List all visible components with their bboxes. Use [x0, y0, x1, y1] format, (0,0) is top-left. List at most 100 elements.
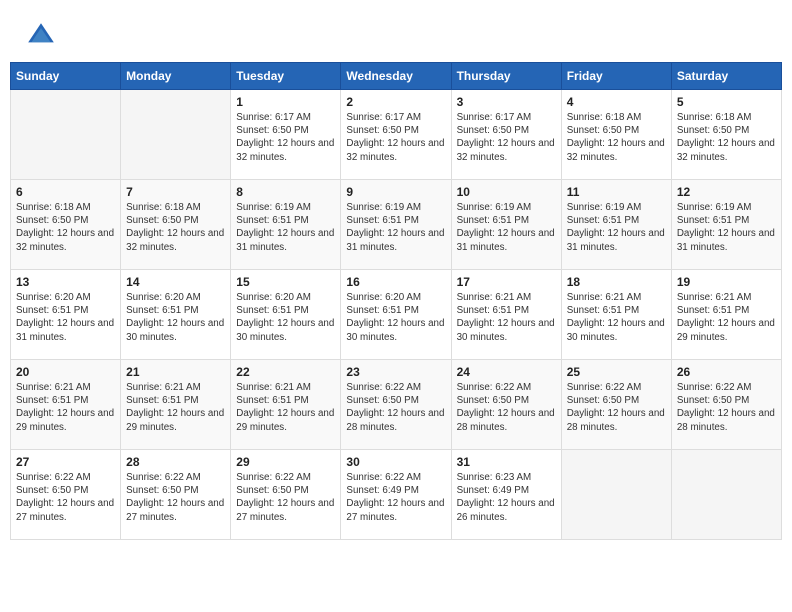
- day-info: Sunrise: 6:19 AM Sunset: 6:51 PM Dayligh…: [457, 201, 556, 254]
- day-number: 25: [567, 365, 666, 379]
- day-number: 8: [236, 185, 335, 199]
- day-info: Sunrise: 6:20 AM Sunset: 6:51 PM Dayligh…: [236, 291, 335, 344]
- logo-icon: [25, 20, 57, 52]
- day-number: 5: [677, 95, 776, 109]
- day-info: Sunrise: 6:21 AM Sunset: 6:51 PM Dayligh…: [126, 381, 225, 434]
- calendar-cell: 31 Sunrise: 6:23 AM Sunset: 6:49 PM Dayli…: [451, 450, 561, 540]
- calendar-cell: [121, 90, 231, 180]
- day-info: Sunrise: 6:21 AM Sunset: 6:51 PM Dayligh…: [236, 381, 335, 434]
- weekday-header-row: SundayMondayTuesdayWednesdayThursdayFrid…: [11, 63, 782, 90]
- calendar-cell: 23Sunrise: 6:22 AM Sunset: 6:50 PM Dayli…: [341, 360, 451, 450]
- day-info: Sunrise: 6:22 AM Sunset: 6:50 PM Dayligh…: [677, 381, 776, 434]
- day-number: 19: [677, 275, 776, 289]
- calendar-cell: 14 Sunrise: 6:20 AM Sunset: 6:51 PM Dayli…: [121, 270, 231, 360]
- day-number: 11: [567, 185, 666, 199]
- calendar-cell: 8Sunrise: 6:19 AM Sunset: 6:51 PM Daylig…: [231, 180, 341, 270]
- day-number: 13: [16, 275, 115, 289]
- calendar-cell: 9 Sunrise: 6:19 AM Sunset: 6:51 PM Daylig…: [341, 180, 451, 270]
- calendar-cell: 7Sunrise: 6:18 AM Sunset: 6:50 PM Daylig…: [121, 180, 231, 270]
- calendar-cell: 13 Sunrise: 6:20 AM Sunset: 6:51 PM Dayli…: [11, 270, 121, 360]
- day-info: Sunrise: 6:17 AM Sunset: 6:50 PM Dayligh…: [236, 111, 335, 164]
- calendar-cell: 16 Sunrise: 6:20 AM Sunset: 6:51 PM Dayli…: [341, 270, 451, 360]
- calendar-cell: 27 Sunrise: 6:22 AM Sunset: 6:50 PM Dayli…: [11, 450, 121, 540]
- day-info: Sunrise: 6:23 AM Sunset: 6:49 PM Dayligh…: [457, 471, 556, 524]
- calendar-cell: 5 Sunrise: 6:18 AM Sunset: 6:50 PM Daylig…: [671, 90, 781, 180]
- day-number: 3: [457, 95, 556, 109]
- calendar-cell: 3 Sunrise: 6:17 AM Sunset: 6:50 PM Daylig…: [451, 90, 561, 180]
- day-number: 17: [457, 275, 556, 289]
- day-info: Sunrise: 6:22 AM Sunset: 6:50 PM Dayligh…: [126, 471, 225, 524]
- day-info: Sunrise: 6:22 AM Sunset: 6:50 PM Dayligh…: [346, 381, 445, 434]
- day-info: Sunrise: 6:21 AM Sunset: 6:51 PM Dayligh…: [457, 291, 556, 344]
- day-number: 6: [16, 185, 115, 199]
- calendar-cell: 17 Sunrise: 6:21 AM Sunset: 6:51 PM Dayli…: [451, 270, 561, 360]
- calendar-cell: 12Sunrise: 6:19 AM Sunset: 6:51 PM Dayli…: [671, 180, 781, 270]
- weekday-header-tuesday: Tuesday: [231, 63, 341, 90]
- day-info: Sunrise: 6:18 AM Sunset: 6:50 PM Dayligh…: [567, 111, 666, 164]
- day-info: Sunrise: 6:21 AM Sunset: 6:51 PM Dayligh…: [567, 291, 666, 344]
- day-number: 30: [346, 455, 445, 469]
- weekday-header-monday: Monday: [121, 63, 231, 90]
- day-number: 15: [236, 275, 335, 289]
- calendar-cell: 29Sunrise: 6:22 AM Sunset: 6:50 PM Dayli…: [231, 450, 341, 540]
- calendar-body: 1 Sunrise: 6:17 AM Sunset: 6:50 PM Daylig…: [11, 90, 782, 540]
- calendar-cell: 22 Sunrise: 6:21 AM Sunset: 6:51 PM Dayli…: [231, 360, 341, 450]
- day-info: Sunrise: 6:22 AM Sunset: 6:50 PM Dayligh…: [16, 471, 115, 524]
- day-number: 24: [457, 365, 556, 379]
- logo: [25, 20, 63, 52]
- calendar-header: SundayMondayTuesdayWednesdayThursdayFrid…: [11, 63, 782, 90]
- calendar-cell: 18 Sunrise: 6:21 AM Sunset: 6:51 PM Dayli…: [561, 270, 671, 360]
- day-number: 20: [16, 365, 115, 379]
- day-number: 31: [457, 455, 556, 469]
- calendar-week-row: 6 Sunrise: 6:18 AM Sunset: 6:50 PM Daylig…: [11, 180, 782, 270]
- day-info: Sunrise: 6:19 AM Sunset: 6:51 PM Dayligh…: [346, 201, 445, 254]
- day-number: 26: [677, 365, 776, 379]
- calendar-cell: 6 Sunrise: 6:18 AM Sunset: 6:50 PM Daylig…: [11, 180, 121, 270]
- day-number: 21: [126, 365, 225, 379]
- day-number: 16: [346, 275, 445, 289]
- day-info: Sunrise: 6:20 AM Sunset: 6:51 PM Dayligh…: [126, 291, 225, 344]
- day-number: 10: [457, 185, 556, 199]
- day-info: Sunrise: 6:22 AM Sunset: 6:49 PM Dayligh…: [346, 471, 445, 524]
- calendar-cell: [671, 450, 781, 540]
- day-number: 28: [126, 455, 225, 469]
- calendar-cell: 20Sunrise: 6:21 AM Sunset: 6:51 PM Dayli…: [11, 360, 121, 450]
- calendar-table: SundayMondayTuesdayWednesdayThursdayFrid…: [10, 62, 782, 540]
- calendar-week-row: 13 Sunrise: 6:20 AM Sunset: 6:51 PM Dayli…: [11, 270, 782, 360]
- calendar-cell: 21 Sunrise: 6:21 AM Sunset: 6:51 PM Dayli…: [121, 360, 231, 450]
- weekday-header-saturday: Saturday: [671, 63, 781, 90]
- calendar-week-row: 1 Sunrise: 6:17 AM Sunset: 6:50 PM Daylig…: [11, 90, 782, 180]
- day-number: 27: [16, 455, 115, 469]
- calendar-cell: 26 Sunrise: 6:22 AM Sunset: 6:50 PM Dayli…: [671, 360, 781, 450]
- calendar-week-row: 20 Sunrise: 6:21 AM Sunset: 6:51 PM Dayli…: [11, 360, 782, 450]
- day-info: Sunrise: 6:18 AM Sunset: 6:50 PM Dayligh…: [16, 201, 115, 254]
- day-info: Sunrise: 6:22 AM Sunset: 6:50 PM Dayligh…: [457, 381, 556, 434]
- calendar-cell: 15 Sunrise: 6:20 AM Sunset: 6:51 PM Dayli…: [231, 270, 341, 360]
- weekday-header-wednesday: Wednesday: [341, 63, 451, 90]
- calendar-cell: 30 Sunrise: 6:22 AM Sunset: 6:49 PM Dayli…: [341, 450, 451, 540]
- day-info: Sunrise: 6:17 AM Sunset: 6:50 PM Dayligh…: [457, 111, 556, 164]
- calendar-cell: 25Sunrise: 6:22 AM Sunset: 6:50 PM Dayli…: [561, 360, 671, 450]
- calendar-cell: 24 Sunrise: 6:22 AM Sunset: 6:50 PM Dayli…: [451, 360, 561, 450]
- day-number: 14: [126, 275, 225, 289]
- day-info: Sunrise: 6:20 AM Sunset: 6:51 PM Dayligh…: [16, 291, 115, 344]
- calendar-cell: 2Sunrise: 6:17 AM Sunset: 6:50 PM Daylig…: [341, 90, 451, 180]
- calendar-week-row: 27 Sunrise: 6:22 AM Sunset: 6:50 PM Dayli…: [11, 450, 782, 540]
- day-info: Sunrise: 6:18 AM Sunset: 6:50 PM Dayligh…: [126, 201, 225, 254]
- calendar-cell: [561, 450, 671, 540]
- calendar-cell: 19Sunrise: 6:21 AM Sunset: 6:51 PM Dayli…: [671, 270, 781, 360]
- page-header: [10, 10, 782, 57]
- weekday-header-sunday: Sunday: [11, 63, 121, 90]
- day-number: 29: [236, 455, 335, 469]
- day-number: 18: [567, 275, 666, 289]
- day-info: Sunrise: 6:18 AM Sunset: 6:50 PM Dayligh…: [677, 111, 776, 164]
- calendar-cell: 10 Sunrise: 6:19 AM Sunset: 6:51 PM Dayli…: [451, 180, 561, 270]
- weekday-header-thursday: Thursday: [451, 63, 561, 90]
- calendar-cell: 1 Sunrise: 6:17 AM Sunset: 6:50 PM Daylig…: [231, 90, 341, 180]
- day-number: 9: [346, 185, 445, 199]
- day-number: 1: [236, 95, 335, 109]
- day-number: 22: [236, 365, 335, 379]
- day-info: Sunrise: 6:20 AM Sunset: 6:51 PM Dayligh…: [346, 291, 445, 344]
- day-number: 4: [567, 95, 666, 109]
- weekday-header-friday: Friday: [561, 63, 671, 90]
